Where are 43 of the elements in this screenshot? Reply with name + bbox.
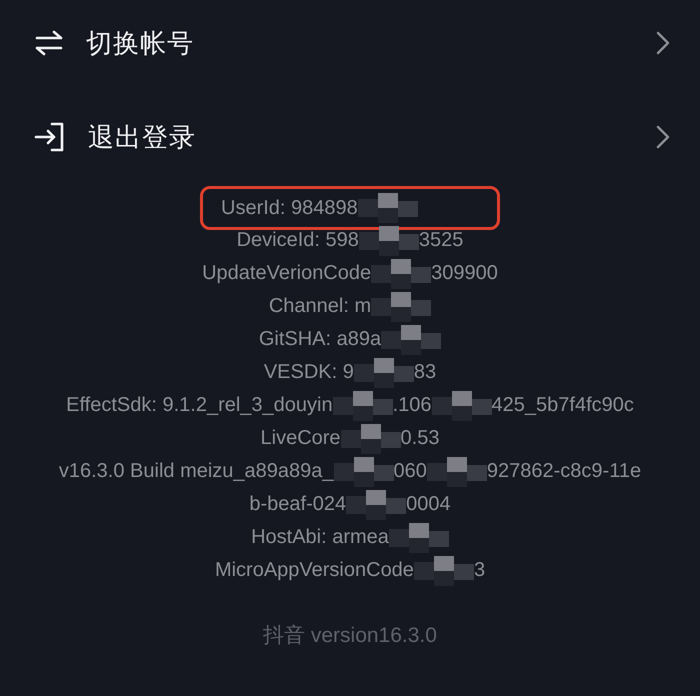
info-text: MicroAppVersionCode	[214, 559, 414, 582]
redaction-mosaic	[432, 390, 492, 420]
redaction-mosaic	[346, 490, 406, 520]
info-text: DeviceId: 598	[236, 229, 359, 252]
info-text: b-beaf-024	[249, 493, 346, 516]
info-text: 060	[394, 460, 427, 483]
info-text: 927862-c8c9-11e	[486, 460, 642, 483]
redaction-mosaic	[381, 324, 442, 354]
redaction-mosaic	[354, 358, 414, 388]
info-text: HostAbi: armea	[251, 526, 389, 549]
info-text: UserId: 984898	[221, 196, 358, 220]
info-text: VESDK: 9	[264, 361, 354, 384]
info-text: 425_5b7f4fc90c	[492, 394, 634, 417]
redaction-mosaic	[332, 390, 393, 420]
swap-arrows-icon	[34, 30, 64, 56]
redaction-mosaic	[371, 292, 432, 322]
version-text: 抖音 version16.3.0	[263, 623, 437, 649]
menu-item[interactable]: 退出登录	[0, 86, 700, 188]
redaction-mosaic	[340, 424, 401, 454]
info-text: 0004	[406, 493, 451, 516]
chevron-right-icon	[656, 31, 670, 55]
redaction-mosaic	[358, 193, 418, 223]
info-text: v16.3.0 Build meizu_a89a89a_	[58, 460, 334, 483]
redaction-mosaic	[334, 456, 394, 486]
redaction-mosaic	[414, 556, 474, 586]
info-text: 0.53	[400, 427, 440, 450]
info-text: EffectSdk: 9.1.2_rel_3_douyin	[66, 394, 333, 417]
redaction-mosaic	[371, 258, 432, 288]
info-text: 83	[414, 361, 436, 384]
redaction-mosaic	[358, 226, 419, 256]
chevron-right-icon	[656, 125, 670, 149]
info-text: 3	[474, 559, 486, 582]
info-text: Channel: m	[268, 295, 372, 318]
info-text: GitSHA: a89a	[258, 328, 382, 351]
menu-item[interactable]: 切换帐号	[0, 0, 700, 86]
info-text: .106	[392, 394, 432, 417]
redaction-mosaic	[426, 456, 487, 486]
info-text: UpdateVerionCode	[202, 262, 372, 285]
info-text: 309900	[431, 262, 498, 285]
logout-icon	[34, 122, 66, 152]
info-text: 3525	[418, 229, 464, 252]
redaction-mosaic	[388, 522, 449, 552]
info-text: LiveCore	[260, 427, 341, 450]
